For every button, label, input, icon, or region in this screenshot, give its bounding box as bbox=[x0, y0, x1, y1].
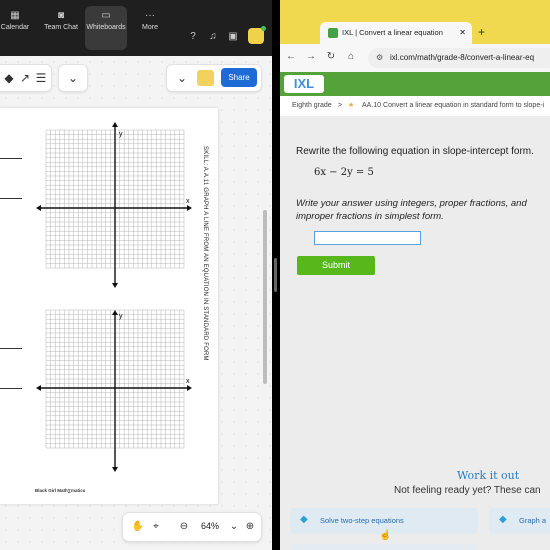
breadcrumb-skill: AA.10 Convert a linear equation in stand… bbox=[362, 102, 545, 109]
y-axis-label: y bbox=[119, 131, 123, 138]
whiteboard-icon: ▭ bbox=[101, 10, 111, 21]
apps-icon[interactable]: ▣ bbox=[226, 30, 240, 44]
tab-strip: IXL | Convert a linear equation ✕ + bbox=[280, 0, 550, 44]
home-icon[interactable]: ⌂ bbox=[344, 51, 358, 62]
help-card-graph[interactable]: ◆ Graph a bbox=[489, 508, 550, 534]
arrow-down-icon bbox=[112, 467, 118, 472]
help-icon[interactable]: ? bbox=[186, 30, 200, 44]
help-card-next[interactable] bbox=[292, 544, 478, 550]
more-icon: ··· bbox=[145, 10, 155, 21]
calendar-tab[interactable]: ▦ Calendar bbox=[0, 6, 30, 50]
url-text: ixl.com/math/grade-8/convert-a-linear-eq bbox=[390, 53, 535, 62]
hand-icon[interactable]: ✋ bbox=[131, 520, 145, 534]
breadcrumb-separator: > bbox=[338, 102, 343, 109]
zoom-level[interactable]: 64% bbox=[201, 521, 219, 531]
forward-arrow-icon[interactable]: → bbox=[304, 51, 318, 62]
zoom-top-toolbar: ▦ Calendar ◙ Team Chat ▭ Whiteboards ···… bbox=[0, 0, 272, 56]
collapse-group: ⌄ bbox=[58, 64, 88, 92]
online-status-dot bbox=[261, 26, 266, 31]
worksheet-vertical-title: SKILL: A.A.11 GRAPH A LINE FROM AN EQUAT… bbox=[202, 146, 208, 361]
more-tab[interactable]: ··· More bbox=[137, 6, 163, 50]
breadcrumb: Eighth grade > ★ AA.10 Convert a linear … bbox=[280, 96, 550, 116]
worksheet-brand: Black Girl Math∑matics bbox=[35, 488, 86, 493]
new-tab-button[interactable]: + bbox=[478, 25, 485, 39]
zoom-in-icon[interactable]: ⊕ bbox=[243, 520, 257, 534]
browser-window: IXL | Convert a linear equation ✕ + ← → … bbox=[280, 0, 550, 550]
collaborator-avatar[interactable] bbox=[197, 70, 214, 86]
help-card-label: Graph a bbox=[519, 516, 547, 525]
arrow-down-icon bbox=[112, 283, 118, 288]
tab-title: IXL | Convert a linear equation bbox=[342, 28, 443, 37]
more-label: More bbox=[142, 24, 158, 31]
export-icon[interactable]: ↗ bbox=[17, 70, 33, 86]
chevrons-down-icon[interactable]: ⌄ bbox=[174, 70, 190, 86]
canvas-bottom-toolbar: ✋ ⌖ ⊖ 64% ⌄ ⊕ bbox=[122, 512, 262, 542]
not-ready-text: Not feeling ready yet? These can bbox=[394, 485, 541, 496]
breadcrumb-grade[interactable]: Eighth grade bbox=[292, 96, 332, 116]
whiteboards-tab[interactable]: ▭ Whiteboards bbox=[85, 6, 127, 50]
bell-icon[interactable]: ♫ bbox=[206, 30, 220, 44]
zoom-out-icon[interactable]: ⊖ bbox=[177, 520, 191, 534]
diamond-icon: ◆ bbox=[499, 514, 507, 525]
team-chat-tab[interactable]: ◙ Team Chat bbox=[40, 6, 82, 50]
arrow-up-icon bbox=[112, 122, 118, 127]
chat-icon: ◙ bbox=[57, 10, 65, 21]
mouse-cursor-icon: ☝ bbox=[379, 530, 392, 541]
split-divider-handle[interactable] bbox=[274, 258, 277, 292]
arrow-up-icon bbox=[112, 310, 118, 315]
screen: ▦ Calendar ◙ Team Chat ▭ Whiteboards ···… bbox=[0, 0, 550, 550]
work-it-out-heading: Work it out bbox=[457, 469, 520, 482]
coordinate-grid-bottom: y x bbox=[36, 309, 192, 472]
question-instructions: Write your answer using integers, proper… bbox=[296, 198, 527, 222]
share-button[interactable]: Share bbox=[221, 68, 257, 87]
team-chat-label: Team Chat bbox=[44, 24, 78, 31]
arrow-right-icon bbox=[187, 205, 192, 211]
answer-line bbox=[0, 198, 22, 199]
eraser-icon[interactable]: ◆ bbox=[1, 70, 17, 86]
coordinate-grid-top: y x bbox=[36, 122, 192, 288]
url-field[interactable]: ⚙ ixl.com/math/grade-8/convert-a-linear-… bbox=[368, 48, 550, 68]
chevrons-down-icon[interactable]: ⌄ bbox=[65, 70, 81, 86]
calendar-label: Calendar bbox=[0, 24, 30, 31]
browser-tab-ixl[interactable]: IXL | Convert a linear equation ✕ bbox=[320, 22, 472, 44]
y-axis-label: y bbox=[119, 313, 123, 320]
diamond-icon: ◆ bbox=[300, 514, 308, 525]
location-pin-icon[interactable]: ⌖ bbox=[149, 520, 163, 534]
whiteboard-tools-group: ◆ ↗ ☰ bbox=[0, 64, 52, 92]
menu-icon[interactable]: ☰ bbox=[33, 70, 49, 86]
vertical-scrollbar[interactable] bbox=[263, 210, 267, 384]
ixl-favicon bbox=[328, 28, 338, 38]
close-icon[interactable]: ✕ bbox=[459, 22, 466, 44]
whiteboards-label: Whiteboards bbox=[86, 24, 126, 31]
ixl-logo[interactable]: IXL bbox=[284, 75, 324, 93]
star-icon[interactable]: ★ bbox=[348, 96, 354, 116]
answer-line bbox=[0, 388, 22, 389]
submit-button[interactable]: Submit bbox=[297, 256, 375, 275]
reload-icon[interactable]: ↻ bbox=[324, 51, 338, 62]
answer-line bbox=[0, 158, 22, 159]
question-area: Rewrite the following equation in slope-… bbox=[280, 116, 550, 550]
address-bar: ← → ↻ ⌂ ⚙ ixl.com/math/grade-8/convert-a… bbox=[280, 44, 550, 72]
worksheet-page[interactable]: y x y x bbox=[0, 108, 218, 504]
question-prompt: Rewrite the following equation in slope-… bbox=[296, 146, 534, 157]
back-arrow-icon[interactable]: ← bbox=[284, 51, 298, 62]
whiteboard-app: ▦ Calendar ◙ Team Chat ▭ Whiteboards ···… bbox=[0, 0, 272, 550]
answer-line bbox=[0, 348, 22, 349]
calendar-icon: ▦ bbox=[10, 10, 20, 21]
x-axis-label: x bbox=[186, 378, 190, 385]
arrow-left-icon bbox=[36, 205, 41, 211]
x-axis-label: x bbox=[186, 198, 190, 205]
answer-input[interactable] bbox=[314, 231, 421, 245]
question-equation: 6x − 2y = 5 bbox=[314, 167, 374, 178]
arrow-right-icon bbox=[187, 385, 192, 391]
chevron-down-icon[interactable]: ⌄ bbox=[227, 520, 241, 534]
arrow-left-icon bbox=[36, 385, 41, 391]
ixl-header: IXL bbox=[280, 72, 550, 96]
site-settings-icon[interactable]: ⚙ bbox=[376, 48, 383, 68]
